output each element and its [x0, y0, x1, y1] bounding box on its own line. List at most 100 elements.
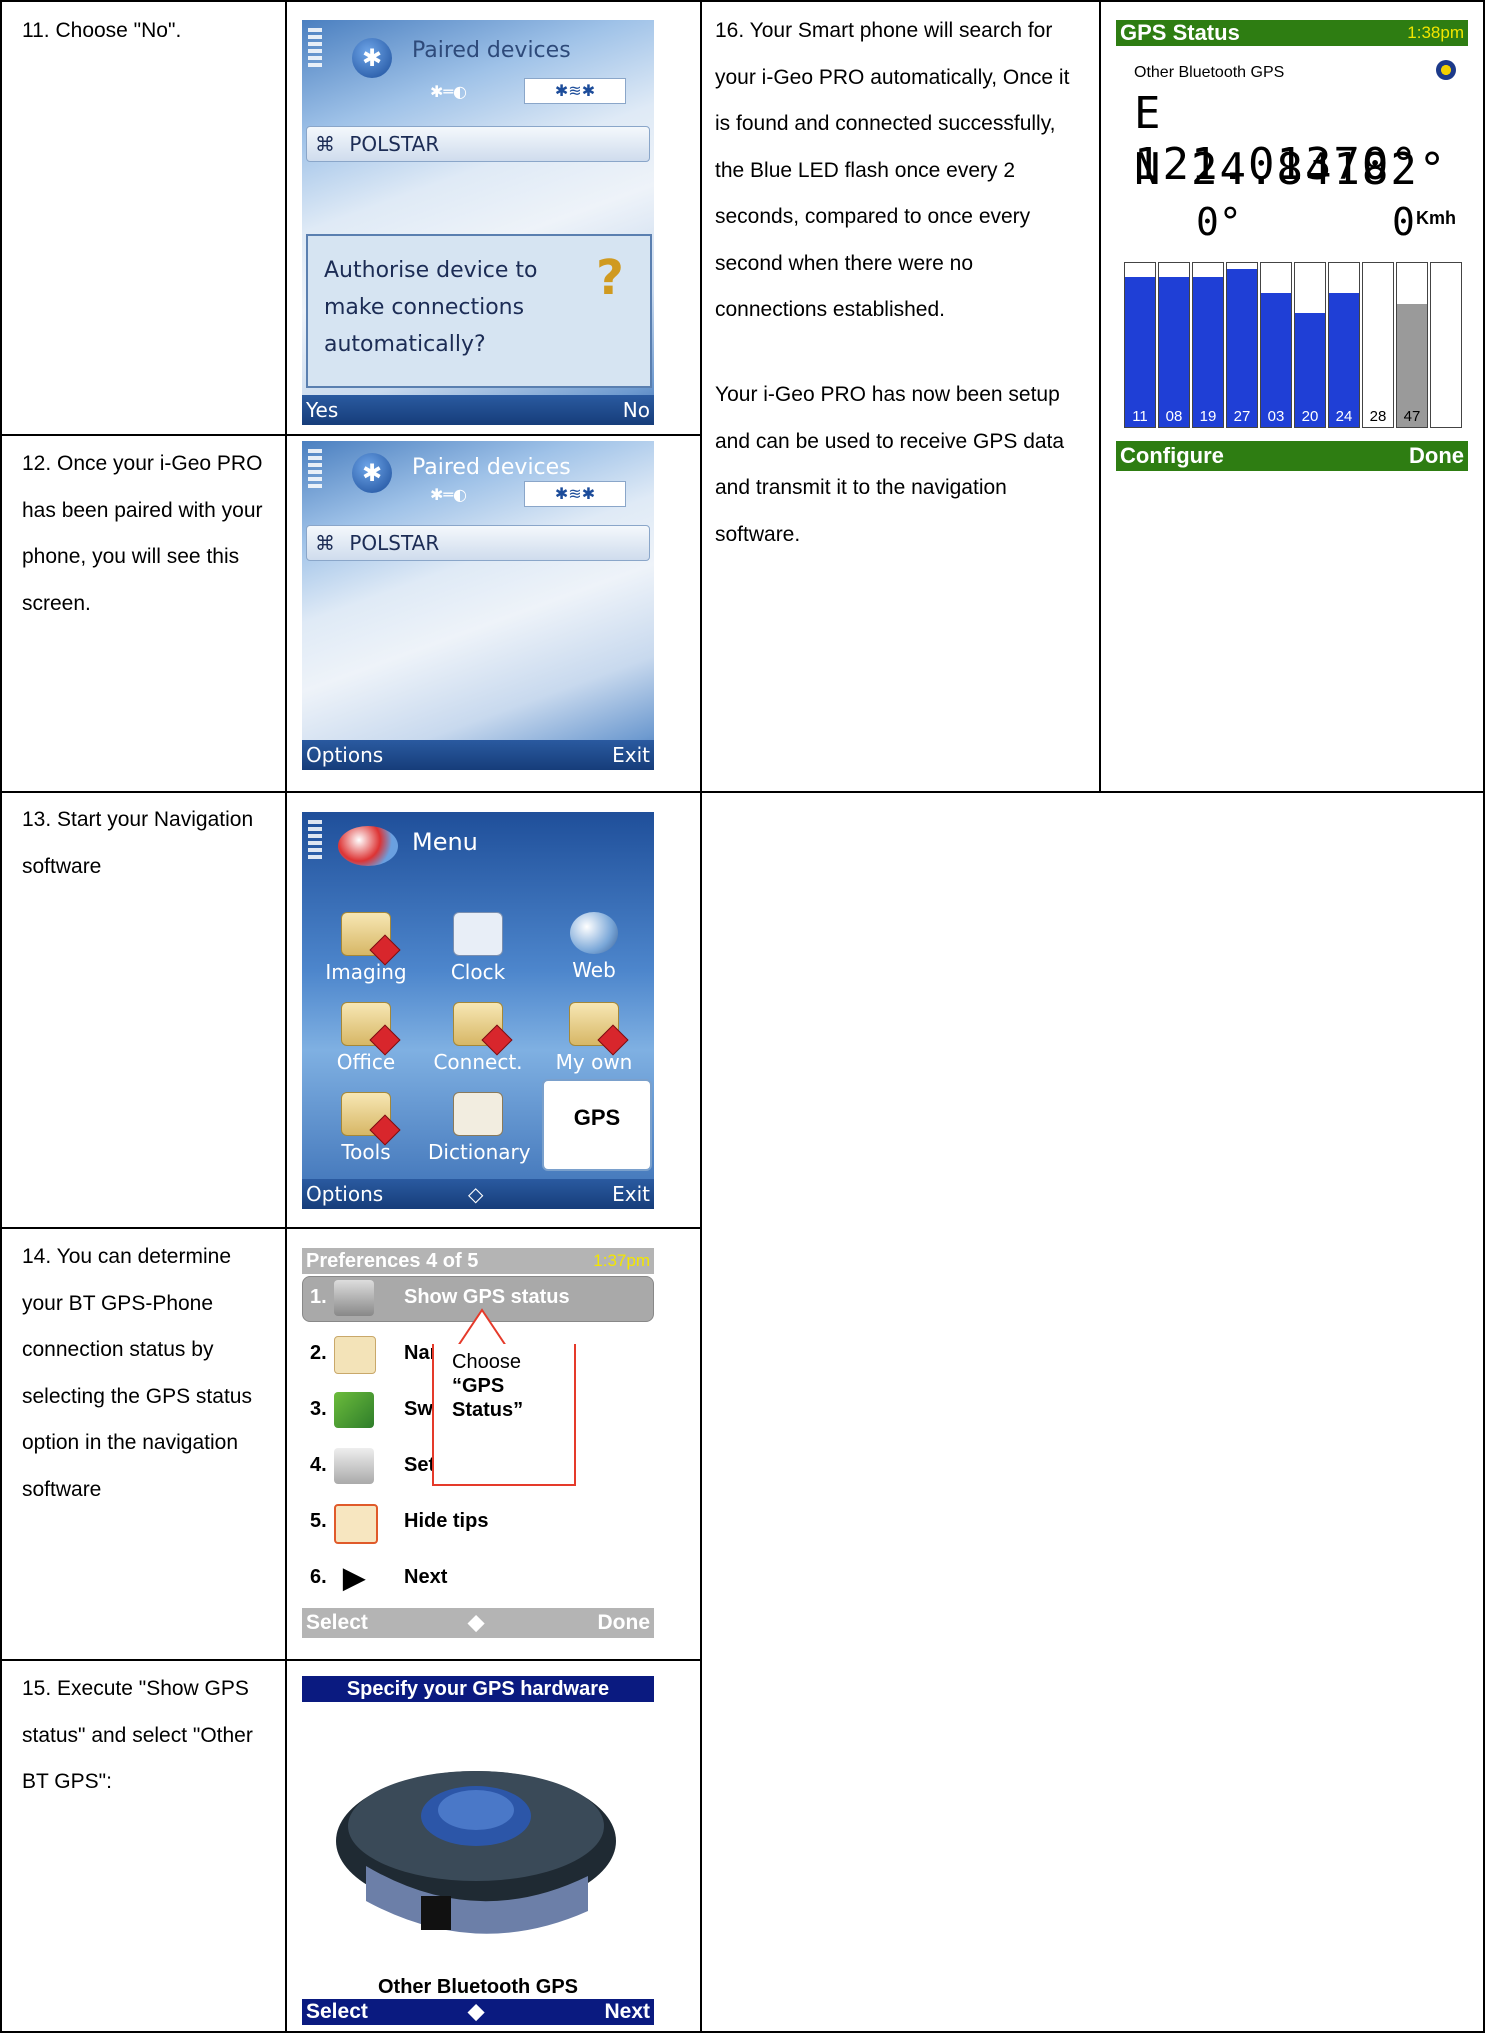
- signal-level-fill: [1125, 276, 1155, 427]
- satellite-signal-bar: [1430, 262, 1462, 428]
- menu-item-connect[interactable]: Connect.: [428, 1002, 528, 1074]
- gps-receiver-image: [336, 1771, 616, 1934]
- menu-item-tools[interactable]: Tools: [316, 1092, 416, 1164]
- softkey-done[interactable]: Done: [598, 1608, 651, 1638]
- satellite-signal-bar: 03: [1260, 262, 1292, 428]
- satellite-id-label: 27: [1233, 408, 1251, 425]
- folder-icon: [569, 1002, 619, 1046]
- bluetooth-link-icon: ✱═◐: [430, 82, 467, 101]
- softkey-options[interactable]: Options: [306, 1179, 383, 1209]
- signal-level-fill: [1227, 269, 1257, 427]
- menu-item-my-own[interactable]: My own: [544, 1002, 644, 1074]
- screen-title: GPS Status: [1120, 20, 1240, 45]
- menu-item-clock[interactable]: Clock: [428, 912, 528, 984]
- latitude-readout: N 24.84182°: [1134, 144, 1448, 195]
- table-col-divider: [700, 0, 702, 2033]
- satellite-signal-bar: 24: [1328, 262, 1360, 428]
- menu-item-label: Clock: [450, 960, 506, 984]
- softkey-select[interactable]: Select: [306, 1999, 368, 2025]
- device-name: POLSTAR: [349, 531, 440, 555]
- signal-icon: [308, 28, 322, 68]
- softkey-exit[interactable]: Exit: [612, 740, 650, 770]
- screen-title: Paired devices: [412, 455, 571, 480]
- hide-tips-icon: [334, 1504, 378, 1544]
- signal-icon: [308, 449, 322, 489]
- speed-readout: 0: [1392, 200, 1415, 244]
- softkey-done[interactable]: Done: [1409, 441, 1464, 471]
- screen-title: Preferences 4 of 5: [306, 1250, 479, 1272]
- softkey-bar: Select ◆ Next: [302, 1999, 654, 2025]
- softkey-select[interactable]: Select: [306, 1608, 368, 1638]
- screen-title: Paired devices: [412, 38, 571, 63]
- ruler-icon: [334, 1448, 374, 1484]
- table-border-left: [0, 0, 2, 2033]
- signal-level-fill: [1193, 276, 1223, 427]
- menu-item-gps[interactable]: GPS: [542, 1079, 652, 1171]
- satellite-status-icon: [1436, 60, 1456, 80]
- pref-row-next[interactable]: 6. ▶ Next: [302, 1556, 652, 1600]
- menu-item-label: Dictionary: [428, 1140, 531, 1164]
- phone-screen-paired: ✱ Paired devices ✱═◐ ✱≋✱ ⌘ POLSTAR Optio…: [302, 441, 654, 770]
- satellite-id-label: 03: [1267, 408, 1285, 425]
- menu-item-label: My own: [555, 1050, 633, 1074]
- table-col-divider: [285, 0, 287, 2033]
- menu-item-label: Connect.: [433, 1050, 523, 1074]
- phone-screen-gps-hardware: Specify your GPS hardware Other Bluetoot…: [302, 1676, 654, 2025]
- phone-screen-menu: Menu Imaging Clock Web Office Connect. M…: [302, 812, 654, 1209]
- phone-screen-gps-status: GPS Status 1:38pm Other Bluetooth GPS E …: [1116, 20, 1468, 471]
- callout-pointer: [456, 1308, 508, 1348]
- step-13-text: 13. Start your Navigation software: [22, 808, 254, 878]
- title-bar: Preferences 4 of 5 1:37pm: [302, 1248, 654, 1274]
- signal-level-fill: [1261, 292, 1291, 427]
- softkey-next[interactable]: Next: [604, 1999, 650, 2025]
- menu-item-web[interactable]: Web: [544, 912, 644, 982]
- menu-item-label: Imaging: [325, 960, 407, 984]
- satellite-id-label: 19: [1199, 408, 1217, 425]
- row-num: 5.: [310, 1510, 327, 1532]
- row-label: Show GPS status: [404, 1286, 570, 1308]
- heading-readout: 0°: [1196, 200, 1242, 244]
- signal-level-fill: [1329, 292, 1359, 427]
- screen-title: Specify your GPS hardware: [302, 1676, 654, 1702]
- signal-icon: [308, 820, 322, 860]
- softkey-no[interactable]: No: [623, 395, 650, 425]
- row-label: Sw: [404, 1398, 433, 1420]
- clock-time: 1:38pm: [1407, 23, 1464, 42]
- softkey-bar: Options ◇ Exit: [302, 1179, 654, 1209]
- folder-icon: [453, 1002, 503, 1046]
- device-name: POLSTAR: [349, 132, 440, 156]
- satellite-signal-bar: 11: [1124, 262, 1156, 428]
- menu-item-office[interactable]: Office: [316, 1002, 416, 1074]
- device-icon: ⌘: [315, 132, 335, 156]
- table-border-right: [1483, 0, 1485, 2033]
- device-row[interactable]: ⌘ POLSTAR: [306, 525, 650, 561]
- callout-line: Choose: [452, 1351, 521, 1373]
- pref-row-hide-tips[interactable]: 5. Hide tips: [302, 1500, 652, 1544]
- signal-level-fill: [1159, 276, 1189, 427]
- row-num: 3.: [310, 1398, 327, 1420]
- softkey-exit[interactable]: Exit: [612, 1179, 650, 1209]
- menu-item-imaging[interactable]: Imaging: [316, 912, 416, 984]
- step-16-text: 16. Your Smart phone will search for you…: [715, 19, 1070, 321]
- table-col-divider: [1099, 0, 1101, 793]
- map-icon: [334, 1336, 376, 1374]
- softkey-bar: Configure Done: [1116, 441, 1468, 471]
- gps-label: GPS: [573, 1105, 621, 1130]
- scroll-updown-icon: ◆: [468, 1611, 485, 1634]
- hardware-caption: Other Bluetooth GPS: [378, 1976, 578, 1998]
- menu-item-dictionary[interactable]: Dictionary: [428, 1092, 531, 1164]
- satellite-signal-bar: 20: [1294, 262, 1326, 428]
- question-icon: ?: [596, 250, 624, 306]
- row-label: Hide tips: [404, 1510, 489, 1532]
- bluetooth-tab-icon: ✱≋✱: [524, 78, 626, 104]
- step-16-note: Your i-Geo PRO has now been setup and ca…: [715, 383, 1065, 546]
- softkey-configure[interactable]: Configure: [1120, 441, 1224, 471]
- softkey-options[interactable]: Options: [306, 740, 383, 770]
- table-border-top: [0, 0, 1485, 2]
- row-num: 4.: [310, 1454, 327, 1476]
- dialog-text: Authorise device to make connections aut…: [324, 258, 538, 357]
- row-label: Set: [404, 1454, 436, 1476]
- softkey-yes[interactable]: Yes: [306, 395, 338, 425]
- device-row[interactable]: ⌘ POLSTAR: [306, 126, 650, 162]
- table-row-divider: [0, 434, 702, 436]
